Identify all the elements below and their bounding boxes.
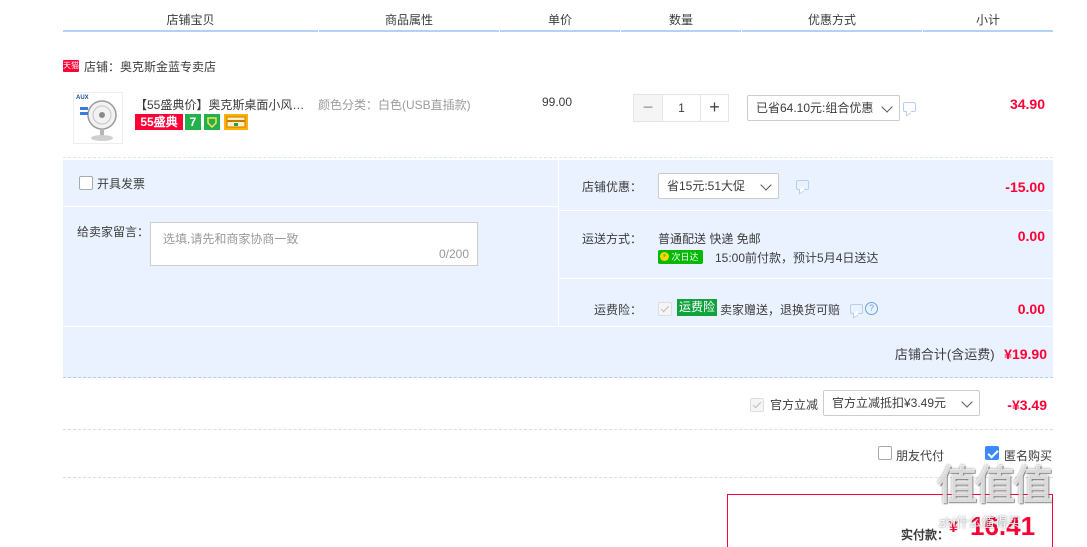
shop-total-label: 店铺合计(含运费) <box>894 347 995 362</box>
watermark-logo: 值值值 zhi什么值得买 <box>935 462 1085 546</box>
memo-char-counter: 0/200 <box>438 247 469 261</box>
tmall-icon: 天猫 <box>63 60 79 72</box>
memo-label: 给卖家留言： <box>77 225 150 239</box>
anonymous-checkbox[interactable] <box>985 446 999 460</box>
insurance-checkbox[interactable] <box>658 302 672 316</box>
header-col-shop-item: 店铺宝贝 <box>63 10 318 32</box>
shipping-method: 普通配送 快递 免邮 <box>658 232 761 246</box>
watermark-brand-chars: 值值值 <box>937 464 1053 508</box>
shop-discount-label: 店铺优惠： <box>582 180 643 194</box>
insurance-desc: 卖家赠送，退换货可赔 <box>720 303 841 317</box>
chat-icon[interactable] <box>850 304 863 314</box>
guarantee-icon <box>204 114 220 130</box>
header-col-discount: 优惠方式 <box>742 10 922 32</box>
payment-options-row: 朋友代付 匿名购买 <box>63 430 1053 478</box>
shop-total-amount: ¥19.90 <box>1004 346 1047 362</box>
quantity-stepper: − 1 + <box>633 94 729 122</box>
official-discount-value: 官方立减抵扣¥3.49元 <box>832 396 947 410</box>
official-discount-checkbox[interactable] <box>750 398 764 412</box>
shop-discount-value: 省15元:51大促 <box>667 179 746 193</box>
order-options-panel: 开具发票 给卖家留言： 选填,请先和商家协商一致 0/200 店铺优惠： 省15… <box>63 160 1053 378</box>
item-subtotal: 34.90 <box>1009 96 1045 112</box>
credit-card-icon <box>224 114 248 130</box>
official-discount-select[interactable]: 官方立减抵扣¥3.49元 <box>823 390 980 416</box>
memo-placeholder: 选填,请先和商家协商一致 <box>163 232 299 246</box>
item-discount-value: 已省64.10元:组合优惠 <box>756 101 874 115</box>
chat-icon[interactable] <box>903 102 916 112</box>
help-icon[interactable]: ? <box>865 302 878 315</box>
shop-total: 店铺合计(含运费) ¥19.90 <box>895 344 1047 363</box>
next-day-badge: ⚡ 次日达 <box>658 250 703 264</box>
official-discount-row: 官方立减 官方立减抵扣¥3.49元 -¥3.49 <box>63 380 1053 430</box>
next-day-text: 次日达 <box>671 252 699 262</box>
invoice-label: 开具发票 <box>97 177 146 191</box>
shop-discount-amount: -15.00 <box>1005 179 1045 195</box>
header-col-price: 单价 <box>500 10 620 32</box>
seven-day-return-icon: 7 <box>185 114 201 130</box>
header-col-subtotal: 小计 <box>923 10 1053 32</box>
chevron-down-icon <box>881 101 893 113</box>
insurance-badge: 运费险 <box>677 299 718 316</box>
watermark-site-text: zhi什么值得买 <box>939 515 1021 530</box>
official-discount-label: 官方立减 <box>770 398 819 412</box>
qty-minus-button[interactable]: − <box>634 95 662 121</box>
shipping-amount: 0.00 <box>1017 228 1045 244</box>
chevron-down-icon <box>961 396 973 408</box>
insurance-amount: 0.00 <box>1017 301 1045 317</box>
header-col-qty: 数量 <box>621 10 741 32</box>
chevron-down-icon <box>760 179 772 191</box>
thumbnail-brand: AUX <box>76 95 89 101</box>
item-discount-select[interactable]: 已省64.10元:组合优惠 <box>747 95 900 121</box>
invoice-checkbox[interactable] <box>79 176 93 190</box>
lightning-icon: ⚡ <box>660 252 669 262</box>
unit-price: 99.00 <box>542 95 573 109</box>
chat-icon[interactable] <box>796 180 809 190</box>
product-thumbnail[interactable]: AUX <box>73 92 123 144</box>
product-attribute: 颜色分类：白色(USB直插款) <box>318 98 471 112</box>
memo-textarea[interactable]: 选填,请先和商家协商一致 0/200 <box>150 222 478 266</box>
header-col-attr: 商品属性 <box>319 10 499 32</box>
insurance-label: 运费险： <box>594 303 643 317</box>
friend-pay-checkbox[interactable] <box>878 446 892 460</box>
official-discount-amount: -¥3.49 <box>1007 397 1047 413</box>
product-title-link[interactable]: 【55盛典价】奥克斯桌面小风扇USB迷你静音 <box>135 96 311 113</box>
cart-item-row: AUX 【55盛典价】奥克斯桌面小风扇USB迷你静音 55盛典 7 颜色分类：白… <box>63 84 1053 158</box>
shipping-label: 运送方式： <box>582 232 643 246</box>
shipping-eta: 15:00前付款，预计5月4日送达 <box>715 251 879 265</box>
promo-55-badge: 55盛典 <box>135 114 183 130</box>
shop-discount-select[interactable]: 省15元:51大促 <box>658 173 779 199</box>
qty-plus-button[interactable]: + <box>700 95 728 121</box>
shop-name-link[interactable]: 店铺：奥克斯金蓝专卖店 <box>84 58 216 75</box>
qty-input[interactable]: 1 <box>662 95 700 121</box>
